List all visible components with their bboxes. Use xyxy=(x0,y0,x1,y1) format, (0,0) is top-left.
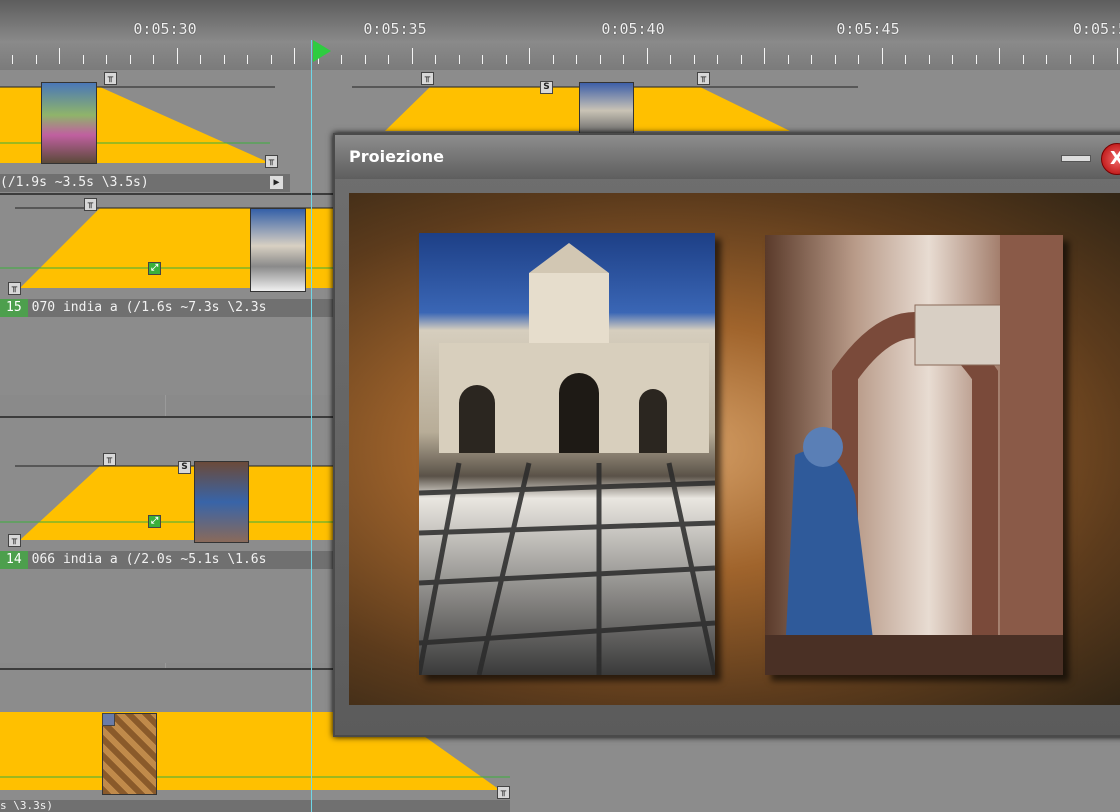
ruler-tick xyxy=(1046,55,1047,64)
ruler-tick xyxy=(764,48,765,64)
clip-label[interactable]: 15 070 india a (/1.6s ~7.3s \2.3s xyxy=(0,299,333,317)
ruler-tick xyxy=(623,55,624,64)
ruler-tick xyxy=(741,55,742,64)
preview-canvas xyxy=(349,193,1120,705)
clip-thumbnail[interactable] xyxy=(194,461,249,543)
ruler-tick xyxy=(36,55,37,64)
split-marker[interactable]: S xyxy=(540,81,553,94)
ruler-time-label: 0:05:40 xyxy=(601,20,665,38)
ruler-tick xyxy=(600,55,601,64)
ruler-tick xyxy=(647,48,648,64)
ruler-tick xyxy=(106,55,107,64)
keyframe-marker[interactable]: ╥ xyxy=(497,786,510,799)
ruler-tick xyxy=(412,48,413,64)
ruler-tick xyxy=(200,55,201,64)
clip-label-text: 070 india a (/1.6s ~7.3s \2.3s xyxy=(31,300,267,315)
minimize-button[interactable] xyxy=(1061,155,1091,162)
keyframe-marker[interactable]: ╥ xyxy=(84,198,97,211)
ruler-tick xyxy=(130,55,131,64)
ruler-tick xyxy=(12,55,13,64)
clip-thumbnail[interactable] xyxy=(41,82,97,164)
palace-illustration xyxy=(419,243,715,675)
transition-icon[interactable]: ⤢ xyxy=(148,515,161,528)
ruler-tick xyxy=(576,55,577,64)
ruler-tick xyxy=(482,55,483,64)
keyframe-marker[interactable]: ╥ xyxy=(265,155,278,168)
window-titlebar[interactable]: Proiezione X xyxy=(335,135,1120,179)
ruler-tick xyxy=(905,55,906,64)
ruler-tick xyxy=(976,55,977,64)
ruler-tick xyxy=(882,48,883,64)
window-title: Proiezione xyxy=(349,147,444,166)
ruler-tick xyxy=(670,55,671,64)
timeline-ruler[interactable]: 0:05:30 0:05:35 0:05:40 0:05:45 0:05:5 xyxy=(0,0,1120,70)
ruler-tick xyxy=(694,55,695,64)
track-envelope[interactable] xyxy=(0,418,340,548)
ruler-tick xyxy=(717,55,718,64)
split-marker[interactable]: S xyxy=(178,461,191,474)
ruler-time-label: 0:05:45 xyxy=(836,20,900,38)
ruler-ticks xyxy=(0,48,1120,64)
clip-label[interactable]: s \3.3s) xyxy=(0,800,510,812)
ruler-tick xyxy=(788,55,789,64)
ruler-tick xyxy=(1023,55,1024,64)
ruler-tick xyxy=(177,48,178,64)
ruler-tick xyxy=(459,55,460,64)
clip-label-text: 066 india a (/2.0s ~5.1s \1.6s xyxy=(31,552,267,567)
ruler-tick xyxy=(529,48,530,64)
clip-label-text: s \3.3s) xyxy=(0,800,53,812)
clip-thumbnail[interactable] xyxy=(250,208,306,292)
ruler-tick xyxy=(506,55,507,64)
ruler-tick xyxy=(153,55,154,64)
ruler-time-label: 0:05:5 xyxy=(1072,20,1120,38)
ruler-time-label: 0:05:35 xyxy=(363,20,427,38)
close-button[interactable]: X xyxy=(1101,143,1120,175)
ruler-tick xyxy=(1117,48,1118,64)
clip-label[interactable]: (/1.9s ~3.5s \3.5s) ▶ xyxy=(0,174,290,192)
ruler-tick xyxy=(811,55,812,64)
ruler-tick xyxy=(835,55,836,64)
keyframe-marker[interactable]: ╥ xyxy=(697,72,710,85)
archway-photo xyxy=(765,235,1063,675)
ruler-tick xyxy=(553,55,554,64)
ruler-tick xyxy=(365,55,366,64)
keyframe-marker[interactable]: ╥ xyxy=(103,453,116,466)
keyframe-marker[interactable] xyxy=(102,713,115,726)
ruler-tick xyxy=(341,55,342,64)
ruler-tick xyxy=(435,55,436,64)
ruler-tick xyxy=(1093,55,1094,64)
clip-thumbnail[interactable] xyxy=(579,82,634,134)
archway-illustration xyxy=(765,235,1063,675)
ruler-time-label: 0:05:30 xyxy=(133,20,197,38)
ruler-tick xyxy=(294,48,295,64)
keyframe-marker[interactable]: ╥ xyxy=(8,282,21,295)
preview-window: Proiezione X xyxy=(333,133,1120,737)
transition-icon[interactable]: ⤢ xyxy=(148,262,161,275)
clip-number-badge: 14 xyxy=(0,551,28,569)
clip-label[interactable]: 14 066 india a (/2.0s ~5.1s \1.6s xyxy=(0,551,333,569)
ruler-tick xyxy=(929,55,930,64)
play-icon[interactable] xyxy=(313,40,331,62)
ruler-tick xyxy=(388,55,389,64)
keyframe-marker[interactable]: ╥ xyxy=(104,72,117,85)
keyframe-marker[interactable]: ╥ xyxy=(421,72,434,85)
ruler-tick xyxy=(224,55,225,64)
keyframe-marker[interactable]: ╥ xyxy=(8,534,21,547)
palace-photo xyxy=(419,233,715,675)
ruler-tick xyxy=(999,48,1000,64)
ruler-tick xyxy=(83,55,84,64)
ruler-tick xyxy=(952,55,953,64)
clip-number-badge: 15 xyxy=(0,299,28,317)
ruler-tick xyxy=(1070,55,1071,64)
ruler-tick xyxy=(247,55,248,64)
ruler-tick xyxy=(59,48,60,64)
clip-label-text: (/1.9s ~3.5s \3.5s) xyxy=(0,175,149,190)
ruler-tick xyxy=(271,55,272,64)
playhead-line[interactable] xyxy=(311,40,312,812)
ruler-tick xyxy=(858,55,859,64)
clip-end-icon[interactable]: ▶ xyxy=(270,176,283,189)
